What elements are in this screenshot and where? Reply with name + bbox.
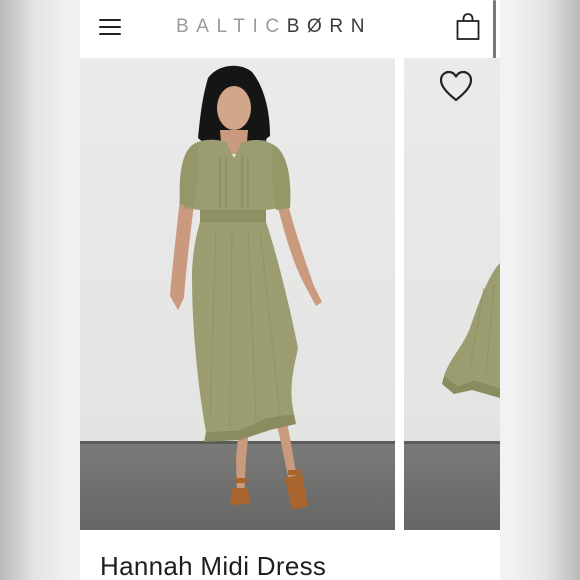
product-title: Hannah Midi Dress (100, 551, 327, 580)
brand-logo-part1: BALTIC (176, 16, 287, 37)
product-image-next[interactable] (404, 58, 500, 530)
brand-logo-part2: BØRN (286, 16, 373, 37)
product-image-main[interactable] (80, 58, 395, 530)
mobile-product-page: BALTICBØRN Hannah Midi Dress (80, 0, 500, 580)
hamburger-menu-icon[interactable] (99, 17, 123, 37)
top-navigation-bar: BALTICBØRN (80, 0, 500, 58)
dress-hem-illustration (442, 263, 500, 398)
shopping-bag-icon[interactable] (456, 13, 480, 41)
heart-icon[interactable] (438, 70, 474, 104)
model-illustration (170, 65, 322, 510)
brand-logo[interactable]: BALTICBØRN (176, 16, 372, 38)
